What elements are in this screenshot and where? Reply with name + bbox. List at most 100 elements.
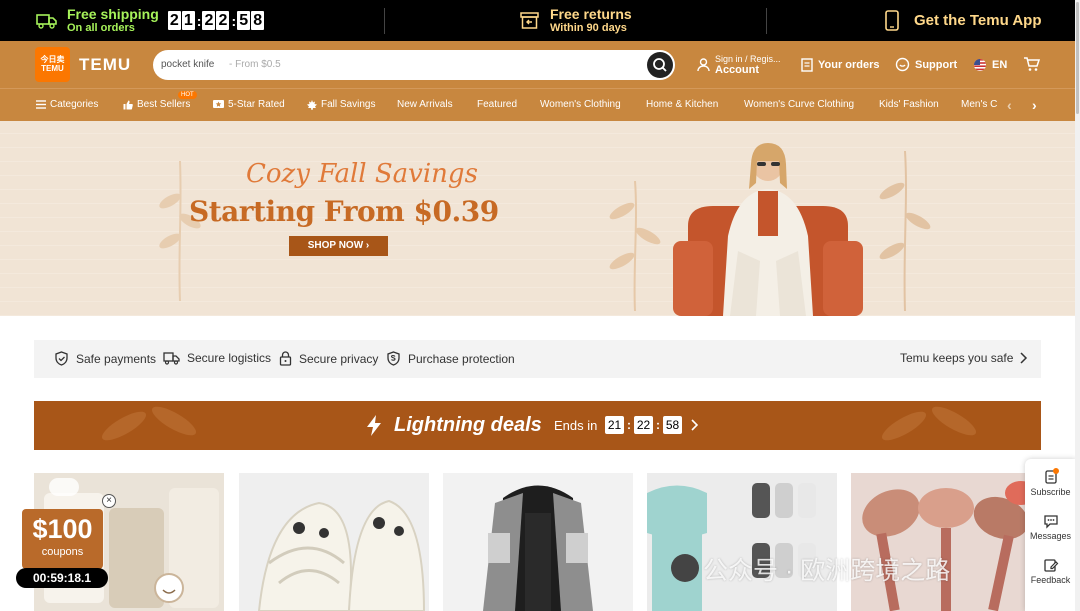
shipping-countdown: 21:22:58	[167, 11, 265, 30]
product-card-slippers[interactable]	[239, 473, 429, 611]
product-card-cardigan[interactable]	[443, 473, 633, 611]
subscribe-button[interactable]: Subscribe	[1025, 468, 1076, 497]
temu-keeps-safe-link[interactable]: Temu keeps you safe	[900, 351, 1028, 365]
product-card-makeup-brushes[interactable]	[851, 473, 1041, 611]
nav-next-arrow[interactable]: ›	[1032, 97, 1037, 113]
get-app-label: Get the Temu App	[914, 12, 1042, 29]
subscribe-label: Subscribe	[1030, 487, 1071, 497]
deals-hours: 21	[605, 416, 624, 434]
brand-name[interactable]: TEMU	[79, 55, 131, 75]
search-input[interactable]: pocket knife	[161, 59, 214, 70]
lightning-deals-bar[interactable]: Lightning deals Ends in 21 : 22 : 58	[34, 401, 1041, 450]
coupon-close-button[interactable]: ×	[102, 494, 116, 508]
free-returns-title: Free returns	[550, 6, 632, 22]
trust-strip: Safe payments Secure logistics Secure pr…	[34, 340, 1041, 378]
phone-icon	[885, 10, 899, 31]
product-card-mixer-clips[interactable]	[647, 473, 837, 611]
countdown-colon: :	[656, 418, 660, 432]
feedback-label: Feedback	[1030, 575, 1071, 585]
secure-privacy-label: Secure privacy	[299, 351, 379, 366]
us-flag-icon	[974, 58, 986, 71]
messages-button[interactable]: Messages	[1025, 514, 1076, 541]
feedback-edit-icon	[1043, 559, 1058, 572]
five-star-label: 5-Star Rated	[228, 99, 285, 110]
language-selector[interactable]: EN	[973, 41, 1007, 88]
orders-link[interactable]: Your orders	[801, 41, 880, 88]
cart-button[interactable]	[1023, 41, 1045, 88]
thumbs-up-icon	[123, 100, 133, 109]
account-link[interactable]: Sign in / Regis... Account	[697, 41, 781, 88]
user-icon	[697, 57, 710, 71]
countdown-digit: 2	[216, 11, 230, 30]
nav-best-sellers[interactable]: Best Sellers	[123, 99, 190, 110]
truck-icon	[163, 351, 180, 365]
return-box-icon	[520, 12, 539, 29]
site-header: 今日卖 TEMU TEMU pocket knife - From $0.5 S…	[0, 41, 1080, 88]
feedback-button[interactable]: Feedback	[1025, 558, 1076, 585]
page-scrollbar-thumb[interactable]	[1076, 2, 1079, 114]
search-button[interactable]	[647, 52, 673, 78]
chat-bubble-icon	[1043, 515, 1058, 529]
search-hint: - From $0.5	[229, 59, 281, 70]
deals-ends-in-label: Ends in	[554, 418, 598, 433]
nav-new-arrivals[interactable]: New Arrivals	[397, 99, 453, 110]
product-image	[239, 473, 429, 611]
nav-fall-savings[interactable]: Fall Savings	[307, 99, 375, 110]
chevron-right-icon	[691, 419, 699, 431]
search-bar[interactable]: pocket knife - From $0.5	[153, 50, 675, 80]
free-shipping-promo[interactable]: Free shipping On all orders 21:22:58	[36, 0, 265, 41]
lock-icon	[279, 351, 292, 366]
countdown-colon: :	[231, 12, 237, 29]
categories-label: Categories	[50, 99, 99, 110]
free-shipping-title: Free shipping	[67, 6, 159, 22]
countdown-digit: 5	[237, 11, 251, 30]
deals-countdown: 21 : 22 : 58	[605, 416, 699, 434]
countdown-colon: :	[627, 418, 631, 432]
countdown-colon: :	[196, 12, 202, 29]
shop-now-button[interactable]: SHOP NOW ›	[289, 236, 388, 256]
hero-banner[interactable]: Cozy Fall Savings Starting From $0.39 SH…	[0, 121, 1080, 316]
coupon-amount: $100	[32, 514, 93, 544]
messages-label: Messages	[1029, 531, 1072, 541]
support-link[interactable]: Support	[895, 41, 957, 88]
nav-kids-fashion[interactable]: Kids' Fashion	[879, 99, 939, 110]
deals-minutes: 22	[634, 416, 653, 434]
decor-leaf	[879, 151, 931, 311]
nav-prev-arrow[interactable]: ‹	[1007, 97, 1012, 113]
free-returns-promo[interactable]: Free returns Within 90 days	[520, 0, 632, 41]
secure-logistics-label: Secure logistics	[187, 351, 272, 365]
categories-menu[interactable]: Categories	[36, 99, 98, 110]
free-returns-subtitle: Within 90 days	[550, 22, 627, 34]
orders-icon	[801, 57, 813, 72]
shield-check-icon	[55, 351, 68, 366]
countdown-digit: 8	[251, 11, 265, 30]
countdown-digit: 1	[181, 11, 195, 30]
get-app-link[interactable]: Get the Temu App	[885, 0, 1042, 41]
secure-privacy[interactable]: Secure privacy	[279, 351, 378, 366]
coupon-widget[interactable]: $100 coupons	[22, 509, 103, 569]
hot-badge: HOT	[178, 91, 197, 99]
product-image	[647, 473, 837, 611]
support-icon	[895, 57, 910, 72]
nav-five-star[interactable]: 5-Star Rated	[213, 99, 285, 110]
logo-line-2: TEMU	[41, 64, 64, 73]
bell-icon	[1044, 468, 1059, 484]
secure-logistics[interactable]: Secure logistics	[163, 351, 271, 365]
model-on-armchair-illustration	[673, 143, 863, 316]
coupon-timer: 00:59:18.1	[16, 568, 108, 588]
shield-dollar-icon	[387, 351, 400, 366]
purchase-protection[interactable]: Purchase protection	[386, 351, 515, 366]
truck-icon	[36, 13, 57, 29]
fall-savings-label: Fall Savings	[321, 99, 376, 110]
nav-mens-clothing[interactable]: Men's C	[961, 99, 997, 110]
nav-womens-curve[interactable]: Women's Curve Clothing	[744, 99, 854, 110]
nav-womens-clothing[interactable]: Women's Clothing	[540, 99, 621, 110]
temu-logo[interactable]: 今日卖 TEMU	[35, 47, 70, 82]
promo-divider	[766, 8, 767, 34]
nav-featured[interactable]: Featured	[477, 99, 517, 110]
search-icon	[653, 58, 667, 72]
support-label: Support	[915, 58, 958, 71]
safe-payments[interactable]: Safe payments	[54, 351, 156, 366]
menu-icon	[36, 100, 46, 109]
nav-home-kitchen[interactable]: Home & Kitchen	[646, 99, 718, 110]
